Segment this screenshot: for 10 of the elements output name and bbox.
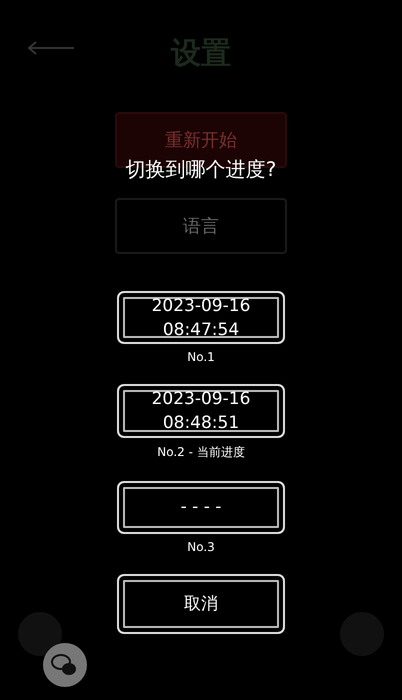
save-slot-button[interactable]: - - - - — [117, 480, 285, 534]
menu-button[interactable]: 语言 — [115, 198, 287, 254]
slot-label: No.1 — [187, 350, 215, 364]
slot-label: No.3 — [187, 540, 215, 554]
cancel-button[interactable]: 取消 — [117, 574, 285, 634]
circle-icon[interactable] — [18, 612, 62, 656]
chat-bubbles-icon[interactable] — [43, 643, 87, 687]
slot-label: No.2 - 当前进度 — [157, 444, 245, 461]
save-slot-button[interactable]: 2023-09-16 08:48:51 — [117, 384, 285, 438]
save-slot-button[interactable]: 2023-09-16 08:47:54 — [117, 291, 285, 344]
